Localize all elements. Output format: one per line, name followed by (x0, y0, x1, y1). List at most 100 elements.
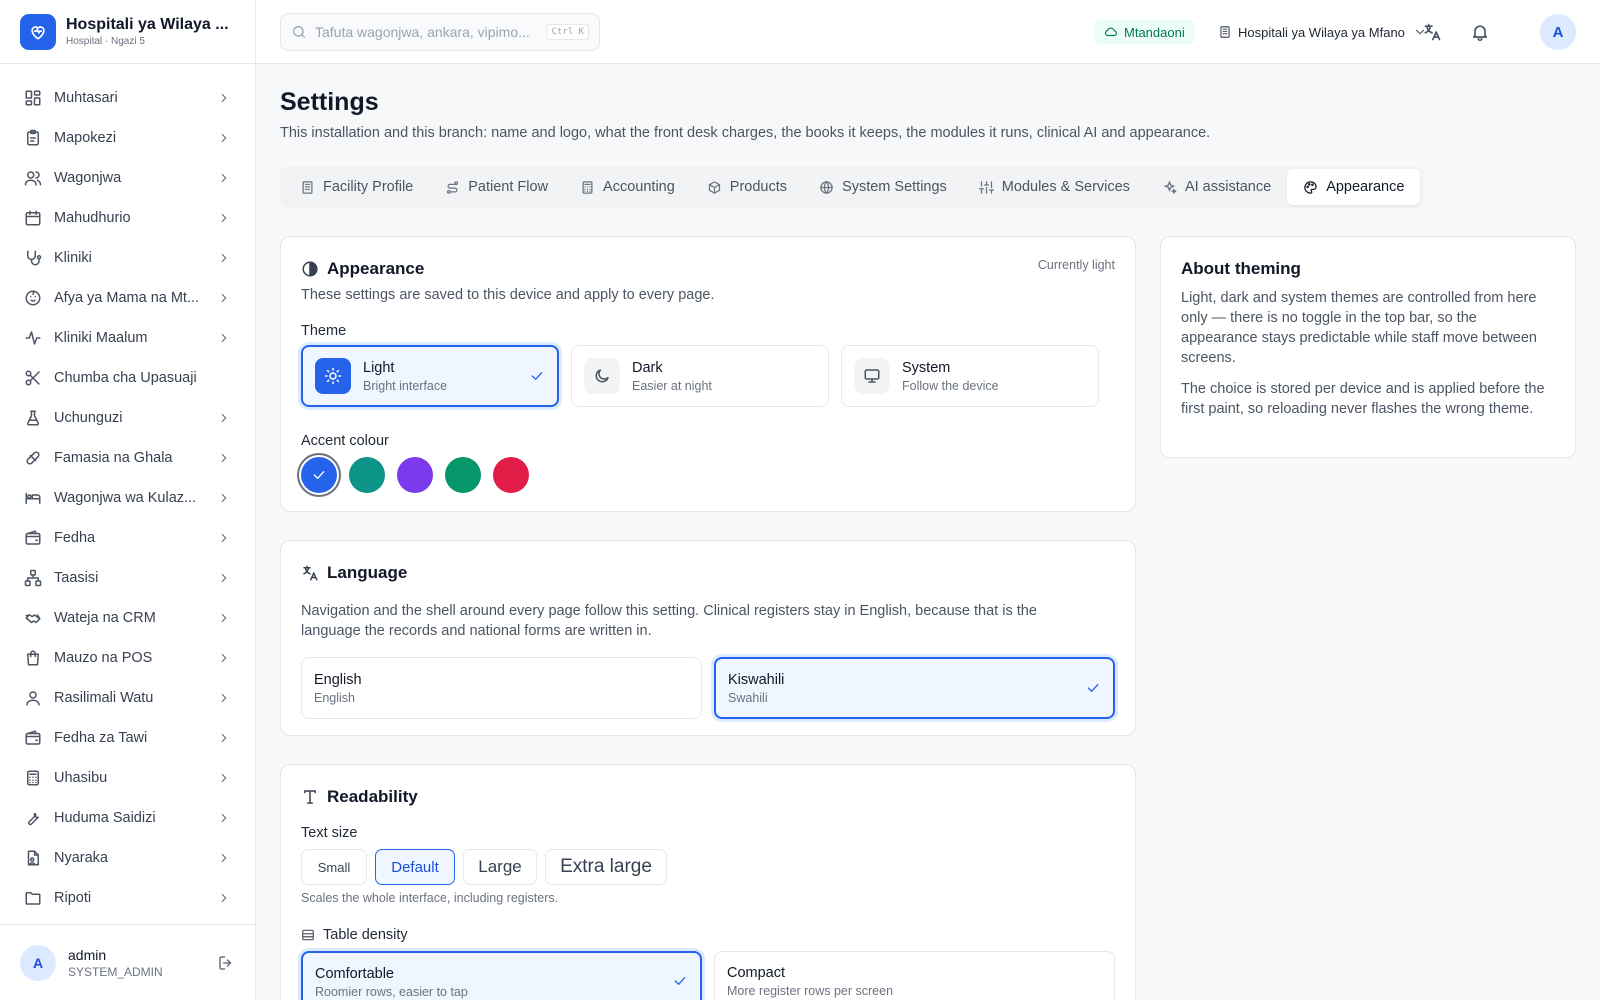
theme-option-title: Dark (632, 359, 663, 376)
language-option-kiswahili[interactable]: Kiswahili Swahili (714, 657, 1115, 719)
chevron-right-icon (221, 173, 227, 183)
tab-label: Appearance (1326, 179, 1405, 195)
search-input[interactable] (315, 24, 547, 40)
search-box[interactable]: Ctrl K (280, 13, 600, 51)
chevron-right-icon (221, 573, 227, 583)
accent-swatch-0[interactable] (301, 457, 337, 493)
tab-patient-flow[interactable]: Patient Flow (429, 169, 564, 205)
sidebar-item-20[interactable]: Ripoti (0, 878, 255, 918)
brand-name: Hospitali ya Wilaya ... (66, 16, 229, 33)
users-icon (24, 171, 42, 186)
sidebar-item-label: Famasia na Ghala (54, 450, 173, 466)
chevron-right-icon (221, 253, 227, 263)
tab-label: System Settings (842, 179, 947, 195)
chevron-right-icon (221, 853, 227, 863)
account-avatar[interactable]: A (1540, 14, 1576, 50)
sidebar-item-19[interactable]: Nyaraka (0, 838, 255, 878)
tab-appearance[interactable]: Appearance (1287, 169, 1421, 205)
flask-icon (26, 410, 40, 426)
chevron-right-icon (221, 773, 227, 783)
user-avatar[interactable]: A (20, 944, 56, 981)
sidebar-item-9[interactable]: Famasia na Ghala (0, 438, 255, 478)
readability-card-title: Readability (301, 787, 418, 807)
text-size-option-default[interactable]: Default (375, 849, 455, 885)
density-option-compact[interactable]: Compact More register rows per screen (714, 951, 1115, 1000)
contrast-icon (302, 261, 318, 277)
chevron-right-icon (221, 133, 227, 143)
accent-swatch-3[interactable] (445, 457, 481, 493)
sidebar-item-16[interactable]: Fedha za Tawi (0, 718, 255, 758)
language-option-subtitle: English (314, 690, 355, 705)
chevron-right-icon (221, 493, 227, 503)
sidebar-item-5[interactable]: Afya ya Mama na Mt... (0, 278, 255, 318)
accent-swatch-4[interactable] (493, 457, 529, 493)
sidebar-item-18[interactable]: Huduma Saidizi (0, 798, 255, 838)
chevron-right-icon (221, 733, 227, 743)
sliders-icon (978, 180, 994, 194)
hospital-heart-logo-icon (20, 13, 56, 50)
package-icon (708, 180, 720, 194)
sidebar-item-15[interactable]: Rasilimali Watu (0, 678, 255, 718)
pill-icon (26, 451, 40, 465)
handshake-icon (25, 614, 41, 624)
page-title: Settings (280, 88, 379, 116)
sidebar-item-6[interactable]: Kliniki Maalum (0, 318, 255, 358)
logout-icon[interactable] (217, 954, 235, 972)
sidebar-item-label: Mapokezi (54, 130, 117, 146)
sidebar-item-12[interactable]: Taasisi (0, 558, 255, 598)
sidebar-item-label: Rasilimali Watu (54, 690, 154, 706)
check-icon (531, 372, 543, 380)
user-role: SYSTEM_ADMIN (68, 964, 163, 979)
sidebar-item-label: Wagonjwa wa Kulaz... (54, 490, 197, 506)
sidebar-item-4[interactable]: Kliniki (0, 238, 255, 278)
sidebar-item-1[interactable]: Mapokezi (0, 118, 255, 158)
translate-icon[interactable] (1422, 22, 1442, 42)
sidebar-item-17[interactable]: Uhasibu (0, 758, 255, 798)
text-size-label: Text size (301, 825, 358, 841)
sidebar-item-2[interactable]: Wagonjwa (0, 158, 255, 198)
tab-modules-services[interactable]: Modules & Services (963, 169, 1146, 205)
sidebar-item-8[interactable]: Uchunguzi (0, 398, 255, 438)
tab-ai-assistance[interactable]: AI assistance (1146, 169, 1287, 205)
sidebar-item-label: Kliniki (54, 250, 92, 266)
accent-swatch-1[interactable] (349, 457, 385, 493)
sidebar-item-0[interactable]: Muhtasari (0, 78, 255, 118)
building-icon (1220, 26, 1230, 38)
sidebar-item-13[interactable]: Wateja na CRM (0, 598, 255, 638)
brand[interactable]: Hospitali ya Wilaya ... Hospital · Ngazi… (0, 0, 255, 64)
chevron-right-icon (221, 93, 227, 103)
text-size-option-large[interactable]: Large (463, 849, 537, 885)
check-icon (1087, 684, 1099, 692)
appearance-card: Appearance Currently light These setting… (280, 236, 1136, 512)
tab-label: Products (729, 179, 788, 195)
wallet-icon (25, 730, 41, 745)
text-size-option-extra-large[interactable]: Extra large (545, 849, 667, 885)
text-size-option-small[interactable]: Small (301, 849, 367, 885)
sidebar-item-7[interactable]: Chumba cha Upasuaji (0, 358, 255, 398)
network-icon (24, 569, 42, 587)
sidebar-item-10[interactable]: Wagonjwa wa Kulaz... (0, 478, 255, 518)
calculator-icon (27, 770, 39, 786)
sidebar-item-3[interactable]: Mahudhurio (0, 198, 255, 238)
table-icon (302, 929, 314, 941)
theme-option-dark[interactable]: Dark Easier at night (571, 345, 829, 407)
accent-swatch-2[interactable] (397, 457, 433, 493)
theme-status-label: Currently light (1037, 258, 1115, 272)
density-option-comfortable[interactable]: Comfortable Roomier rows, easier to tap (301, 951, 702, 1000)
clipboard-icon (27, 129, 39, 146)
theme-option-system[interactable]: System Follow the device (841, 345, 1099, 407)
sidebar-item-11[interactable]: Fedha (0, 518, 255, 558)
branch-selector[interactable]: Hospitali ya Wilaya ya Mfano (1218, 20, 1427, 44)
tab-accounting[interactable]: Accounting (564, 169, 691, 205)
top-bar: Ctrl K Mtandaoni Hospitali ya Wilaya ya … (256, 0, 1600, 64)
bell-icon[interactable] (1470, 22, 1490, 42)
theme-option-light[interactable]: Light Bright interface (301, 345, 559, 407)
globe-icon (820, 180, 833, 194)
tab-system-settings[interactable]: System Settings (803, 169, 963, 205)
sidebar-item-label: Chumba cha Upasuaji (54, 370, 197, 386)
tab-products[interactable]: Products (691, 169, 803, 205)
chevron-right-icon (221, 533, 227, 543)
sidebar-item-14[interactable]: Mauzo na POS (0, 638, 255, 678)
tab-facility-profile[interactable]: Facility Profile (284, 169, 429, 205)
language-option-english[interactable]: English English (301, 657, 702, 719)
